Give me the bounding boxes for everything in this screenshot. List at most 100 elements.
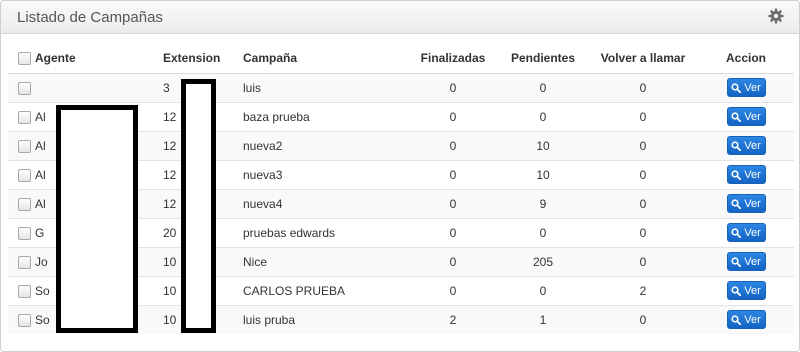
header-pendientes[interactable]: Pendientes bbox=[498, 43, 588, 74]
redaction-box bbox=[56, 105, 138, 333]
cell-agente bbox=[35, 72, 163, 102]
cell-volver: 2 bbox=[588, 275, 698, 305]
search-icon bbox=[731, 315, 742, 325]
ver-button[interactable]: Ver bbox=[726, 252, 766, 271]
ver-button-label: Ver bbox=[744, 255, 761, 268]
cell-pendientes: 10 bbox=[498, 130, 588, 160]
select-all-checkbox[interactable] bbox=[18, 51, 31, 65]
ver-button[interactable]: Ver bbox=[726, 165, 766, 184]
cell-campana: pruebas edwards bbox=[243, 217, 408, 247]
cell-campana: Nice bbox=[243, 246, 408, 276]
ver-button-label: Ver bbox=[744, 81, 761, 94]
search-icon bbox=[731, 198, 742, 209]
cell-volver: 0 bbox=[588, 72, 698, 102]
search-icon bbox=[731, 285, 742, 296]
cell-finalizadas: 0 bbox=[408, 188, 498, 218]
row-select-cell bbox=[8, 72, 35, 102]
cell-pendientes: 205 bbox=[498, 246, 588, 276]
cell-pendientes: 0 bbox=[498, 72, 588, 102]
row-checkbox[interactable] bbox=[18, 110, 31, 124]
row-select-cell bbox=[8, 159, 35, 189]
header-finalizadas[interactable]: Finalizadas bbox=[408, 43, 498, 74]
cell-finalizadas: 0 bbox=[408, 159, 498, 189]
search-icon bbox=[731, 256, 742, 267]
row-checkbox[interactable] bbox=[18, 284, 31, 298]
cell-accion: Ver bbox=[698, 130, 794, 160]
row-select-cell bbox=[8, 130, 35, 160]
cell-pendientes: 0 bbox=[498, 217, 588, 247]
cell-volver: 0 bbox=[588, 188, 698, 218]
cell-campana: luis pruba bbox=[243, 304, 408, 334]
cell-pendientes: 0 bbox=[498, 275, 588, 305]
ver-button[interactable]: Ver bbox=[726, 107, 766, 126]
header-campana[interactable]: Campaña bbox=[243, 43, 408, 74]
row-checkbox[interactable] bbox=[18, 197, 31, 211]
row-select-cell bbox=[8, 217, 35, 247]
table-header-row: Agente Extension Campaña Finalizadas Pen… bbox=[8, 43, 794, 74]
cell-finalizadas: 0 bbox=[408, 101, 498, 131]
cell-campana: nueva4 bbox=[243, 188, 408, 218]
ver-button[interactable]: Ver bbox=[726, 194, 766, 213]
ver-button-label: Ver bbox=[744, 110, 761, 123]
search-icon bbox=[731, 82, 742, 93]
cell-pendientes: 1 bbox=[498, 304, 588, 334]
ver-button-label: Ver bbox=[744, 313, 761, 326]
row-checkbox[interactable] bbox=[18, 255, 31, 269]
row-select-cell bbox=[8, 246, 35, 276]
cell-finalizadas: 0 bbox=[408, 217, 498, 247]
cell-accion: Ver bbox=[698, 101, 794, 131]
ver-button-label: Ver bbox=[744, 284, 761, 297]
row-select-cell bbox=[8, 188, 35, 218]
ver-button-label: Ver bbox=[744, 168, 761, 181]
table-row: 3 luis 0 0 0 Ver bbox=[8, 72, 794, 102]
cell-finalizadas: 2 bbox=[408, 304, 498, 334]
row-select-cell bbox=[8, 304, 35, 334]
cell-volver: 0 bbox=[588, 217, 698, 247]
cell-pendientes: 9 bbox=[498, 188, 588, 218]
cell-volver: 0 bbox=[588, 101, 698, 131]
cell-finalizadas: 0 bbox=[408, 130, 498, 160]
row-checkbox[interactable] bbox=[18, 139, 31, 153]
ver-button[interactable]: Ver bbox=[726, 223, 766, 242]
row-checkbox[interactable] bbox=[18, 226, 31, 240]
cell-accion: Ver bbox=[698, 188, 794, 218]
header-agente[interactable]: Agente bbox=[35, 43, 163, 74]
cell-accion: Ver bbox=[698, 246, 794, 276]
row-checkbox[interactable] bbox=[18, 168, 31, 182]
cell-campana: luis bbox=[243, 72, 408, 102]
cell-finalizadas: 0 bbox=[408, 275, 498, 305]
search-icon bbox=[731, 227, 742, 238]
campaign-list-panel: Listado de Campañas Agente Extension Cam… bbox=[0, 0, 800, 352]
cell-accion: Ver bbox=[698, 304, 794, 334]
cell-volver: 0 bbox=[588, 246, 698, 276]
header-extension[interactable]: Extension bbox=[163, 43, 243, 74]
cell-campana: CARLOS PRUEBA bbox=[243, 275, 408, 305]
ver-button[interactable]: Ver bbox=[726, 310, 766, 330]
row-checkbox[interactable] bbox=[18, 313, 31, 327]
select-all-cell bbox=[8, 43, 35, 74]
ver-button-label: Ver bbox=[744, 139, 761, 152]
cell-finalizadas: 0 bbox=[408, 246, 498, 276]
cell-accion: Ver bbox=[698, 275, 794, 305]
ver-button[interactable]: Ver bbox=[726, 281, 766, 300]
header-accion: Accion bbox=[698, 43, 794, 74]
cell-pendientes: 0 bbox=[498, 101, 588, 131]
row-checkbox[interactable] bbox=[18, 81, 31, 95]
cell-campana: nueva3 bbox=[243, 159, 408, 189]
row-select-cell bbox=[8, 275, 35, 305]
redaction-box bbox=[181, 79, 216, 333]
panel-header: Listado de Campañas bbox=[1, 1, 799, 34]
cell-campana: nueva2 bbox=[243, 130, 408, 160]
search-icon bbox=[731, 140, 742, 151]
header-volver[interactable]: Volver a llamar bbox=[588, 43, 698, 74]
ver-button[interactable]: Ver bbox=[726, 78, 766, 97]
row-select-cell bbox=[8, 101, 35, 131]
search-icon bbox=[731, 169, 742, 180]
ver-button-label: Ver bbox=[744, 226, 761, 239]
cell-pendientes: 10 bbox=[498, 159, 588, 189]
gear-icon[interactable] bbox=[768, 8, 784, 24]
panel-title: Listado de Campañas bbox=[17, 9, 163, 26]
cell-volver: 0 bbox=[588, 130, 698, 160]
ver-button-label: Ver bbox=[744, 197, 761, 210]
ver-button[interactable]: Ver bbox=[726, 136, 766, 155]
